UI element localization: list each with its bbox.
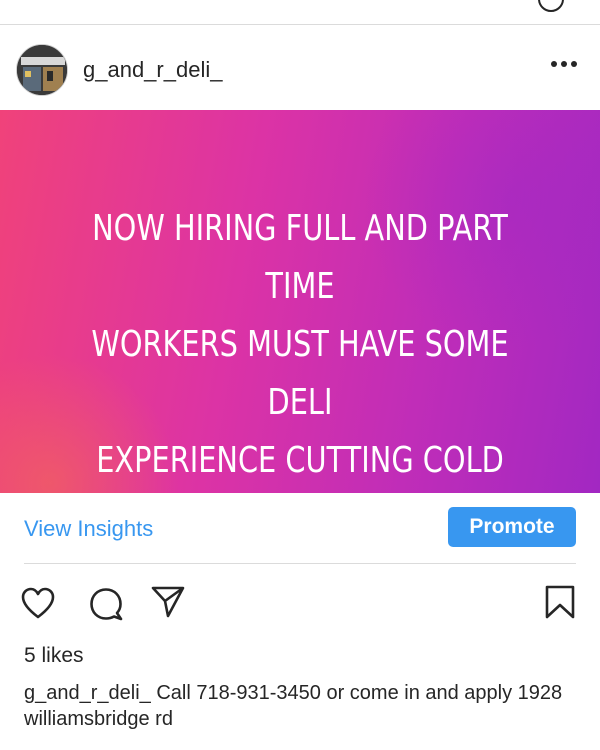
image-text-line: WORKERS MUST HAVE SOME DELI: [91, 324, 509, 423]
view-insights-link[interactable]: View Insights: [24, 516, 153, 542]
likes-count[interactable]: 5 likes: [24, 644, 84, 668]
more-options-icon[interactable]: [548, 58, 580, 70]
insights-row: View Insights Promote: [0, 495, 600, 563]
share-icon[interactable]: [150, 584, 186, 620]
caption-username[interactable]: g_and_r_deli_: [24, 682, 151, 704]
post-header: g_and_r_deli_: [0, 38, 600, 106]
post-username[interactable]: g_and_r_deli_: [83, 57, 222, 83]
top-divider: [0, 24, 600, 25]
bookmark-icon[interactable]: [542, 584, 578, 620]
post-image-text: NOW HIRING FULL AND PART TIME WORKERS MU…: [60, 200, 540, 493]
post-caption: g_and_r_deli_ Call 718-931-3450 or come …: [24, 680, 584, 732]
partial-top-icon: [538, 0, 564, 12]
image-text-line: NOW HIRING FULL AND PART TIME: [92, 208, 508, 307]
divider: [24, 563, 576, 564]
avatar[interactable]: [16, 44, 68, 96]
heart-icon[interactable]: [20, 586, 56, 622]
promote-button[interactable]: Promote: [448, 507, 576, 547]
post-image[interactable]: NOW HIRING FULL AND PART TIME WORKERS MU…: [0, 110, 600, 493]
image-text-line: EXPERIENCE CUTTING COLD CUTS: [96, 440, 504, 481]
comment-icon[interactable]: [88, 586, 124, 622]
